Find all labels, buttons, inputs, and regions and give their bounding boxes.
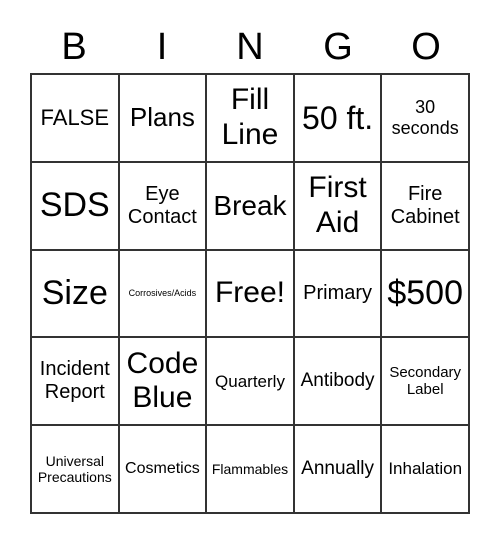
bingo-cell[interactable]: Corrosives/Acids <box>118 249 207 338</box>
bingo-cell[interactable]: Annually <box>293 425 382 513</box>
bingo-cell[interactable]: Cosmetics <box>118 425 207 513</box>
bingo-cell[interactable]: SDS <box>31 161 119 250</box>
bingo-cell[interactable]: Code Blue <box>118 337 207 426</box>
bingo-cell[interactable]: Secondary Label <box>381 337 469 426</box>
bingo-cell[interactable]: Flammables <box>206 425 294 513</box>
bingo-cell[interactable]: Antibody <box>293 337 382 426</box>
bingo-cell[interactable]: FALSE <box>31 74 119 162</box>
bingo-cell[interactable]: 30 seconds <box>381 74 469 162</box>
bingo-cell[interactable]: 50 ft. <box>293 74 382 162</box>
bingo-cell[interactable]: Eye Contact <box>118 161 207 250</box>
bingo-cell[interactable]: Quarterly <box>206 337 294 426</box>
bingo-cell[interactable]: Break <box>206 161 294 250</box>
header-letter-n: N <box>236 26 264 68</box>
bingo-cell[interactable]: $500 <box>381 249 469 338</box>
bingo-cell[interactable]: Plans <box>118 74 207 162</box>
bingo-cell[interactable]: First Aid <box>293 161 382 250</box>
bingo-header: B I N G O <box>30 22 470 72</box>
bingo-cell[interactable]: Fill Line <box>206 74 294 162</box>
bingo-cell[interactable]: Incident Report <box>31 337 119 426</box>
bingo-grid: FALSE Plans Fill Line 50 ft. 30 seconds SDS Ey… <box>30 73 470 514</box>
free-space-cell[interactable]: Free! <box>206 249 294 338</box>
bingo-cell[interactable]: Primary <box>293 249 382 338</box>
header-letter-i: I <box>156 26 168 68</box>
bingo-cell[interactable]: Size <box>31 249 119 338</box>
bingo-cell[interactable]: Inhalation <box>381 425 469 513</box>
header-letter-g: G <box>323 26 353 68</box>
header-letter-b: B <box>61 26 87 68</box>
bingo-cell[interactable]: Fire Cabinet <box>381 161 469 250</box>
bingo-cell[interactable]: Universal Precautions <box>31 425 119 513</box>
header-letter-o: O <box>411 26 441 68</box>
